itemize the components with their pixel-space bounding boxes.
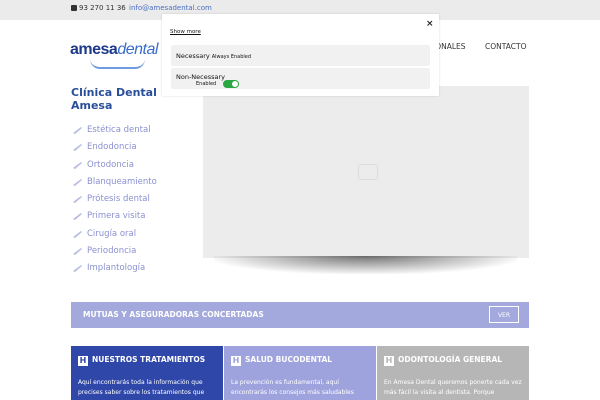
tooth-icon — [73, 144, 82, 152]
non-necessary-toggle[interactable] — [223, 80, 239, 88]
menu-item-cirugia[interactable]: Cirugía oral — [71, 228, 196, 245]
h-square-icon: H — [78, 356, 88, 366]
phone-number[interactable]: 93 270 11 36 — [71, 4, 126, 12]
menu-item-label: Implantología — [87, 263, 146, 274]
toggle-knob — [232, 81, 238, 87]
insurance-title: MUTUAS Y ASEGURADORAS CONCERTADAS — [83, 310, 264, 319]
tooth-icon — [73, 230, 82, 238]
menu-item-primera-visita[interactable]: Primera visita — [71, 210, 196, 227]
menu-item-label: Prótesis dental — [87, 194, 150, 205]
email-link[interactable]: info@amesadental.com — [129, 4, 212, 12]
card-text: La prevención es fundamental, aquí encon… — [231, 379, 354, 396]
card-tratamientos[interactable]: H NUESTROS TRATAMIENTOS Aquí encontrarás … — [71, 346, 223, 400]
enabled-label: Enabled — [196, 81, 217, 87]
show-more-link[interactable]: Show more — [170, 29, 201, 35]
tooth-icon — [73, 248, 82, 256]
always-enabled-label: Always Enabled — [211, 54, 252, 60]
cookie-category-non-necessary[interactable]: Non-Necessary Enabled — [171, 68, 430, 89]
category-name: Non-Necessary — [176, 73, 226, 81]
card-heading: H SALUD BUCODENTAL — [231, 355, 332, 366]
card-salud-bucodental[interactable]: H SALUD BUCODENTAL La prevención es funda… — [224, 346, 376, 400]
treatments-menu: Estética dental Endodoncia Ortodoncia Bl… — [71, 124, 196, 280]
h-square-icon: H — [231, 356, 241, 366]
menu-item-label: Primera visita — [87, 211, 146, 222]
card-odontologia-general[interactable]: H ODONTOLOGÍA GENERAL En Amesa Dental que… — [377, 346, 529, 400]
cookie-category-necessary[interactable]: Necessary Always Enabled — [171, 45, 430, 66]
card-text: Aquí encontrarás toda la información que… — [78, 379, 205, 396]
menu-item-label: Cirugía oral — [87, 228, 137, 239]
hero-slider[interactable] — [203, 86, 529, 258]
menu-item-periodoncia[interactable]: Periodoncia — [71, 245, 196, 262]
ver-button[interactable]: VER — [489, 306, 519, 323]
logo-swoosh — [90, 59, 145, 69]
cookie-consent-modal: × Show more Necessary Always Enabled Non-… — [162, 14, 439, 96]
logo-wordmark: amesadental — [70, 41, 158, 58]
phone-text: 93 270 11 36 — [79, 4, 126, 12]
category-name: Necessary Always Enabled — [176, 52, 252, 60]
menu-item-label: Blanqueamiento — [87, 176, 157, 187]
tooth-icon — [73, 161, 82, 169]
menu-item-implantologia[interactable]: Implantología — [71, 262, 196, 279]
insurance-banner: MUTUAS Y ASEGURADORAS CONCERTADAS VER — [71, 302, 529, 328]
card-title: ODONTOLOGÍA GENERAL — [398, 355, 503, 364]
menu-item-ortodoncia[interactable]: Ortodoncia — [71, 159, 196, 176]
nav-item-contacto[interactable]: CONTACTO — [485, 42, 526, 51]
tooth-icon — [73, 127, 82, 134]
card-heading: H ODONTOLOGÍA GENERAL — [384, 355, 502, 366]
card-text: En Amesa Dental queremos ponerte cada ve… — [384, 379, 522, 396]
menu-item-label: Periodoncia — [87, 246, 137, 257]
card-title: SALUD BUCODENTAL — [245, 355, 333, 364]
menu-item-label: Estética dental — [87, 125, 151, 135]
h-square-icon: H — [384, 356, 394, 366]
phone-icon — [71, 5, 77, 11]
media-placeholder-icon — [358, 164, 378, 180]
card-heading: H NUESTROS TRATAMIENTOS — [78, 355, 205, 366]
menu-item-blanqueamiento[interactable]: Blanqueamiento — [71, 176, 196, 193]
tooth-icon — [73, 213, 82, 221]
menu-item-endodoncia[interactable]: Endodoncia — [71, 141, 196, 158]
menu-item-protesis[interactable]: Prótesis dental — [71, 193, 196, 210]
menu-item-label: Endodoncia — [87, 142, 137, 153]
card-title: NUESTROS TRATAMIENTOS — [92, 355, 206, 364]
sidebar-title: Clínica Dental Amesa — [71, 86, 157, 112]
tooth-icon — [73, 265, 82, 273]
close-icon[interactable]: × — [426, 19, 434, 29]
tooth-icon — [73, 178, 82, 186]
menu-item-estetica[interactable]: Estética dental — [71, 124, 196, 141]
menu-item-label: Ortodoncia — [87, 159, 134, 170]
tooth-icon — [73, 196, 82, 204]
site-logo[interactable]: amesadental — [70, 33, 158, 69]
hero-shadow — [214, 256, 517, 274]
